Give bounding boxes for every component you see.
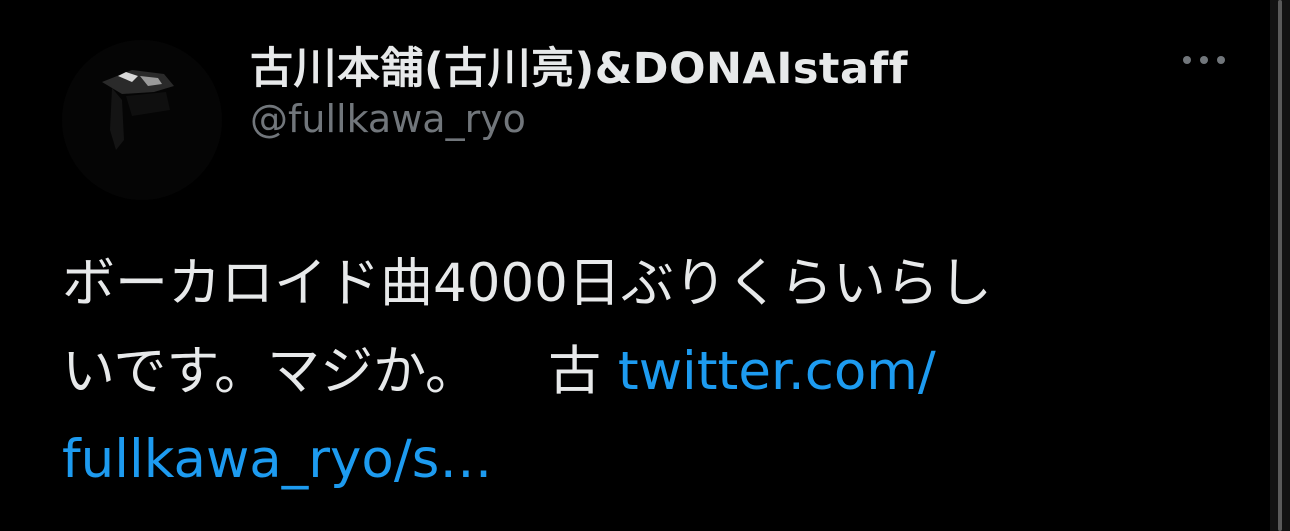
more-options-button[interactable] [1176,40,1232,80]
author-avatar[interactable] [62,40,222,200]
tweet-text-line-3: fullkawa_ryo/s… [62,416,1242,504]
author-handle[interactable]: @fullkawa_ryo [250,97,526,141]
scrollbar-thumb[interactable] [1278,0,1282,531]
tweet-text-line-2: いです。マジか。 古 twitter.com/ [62,328,1242,416]
more-horizontal-icon [1183,56,1225,64]
tweet-text-line-2-tail: 古 [548,341,602,402]
tweet-link-part-2[interactable]: fullkawa_ryo/s… [62,429,492,490]
tweet-text-line-1: ボーカロイド曲4000日ぶりくらいらし [62,253,992,314]
scrollbar[interactable] [1270,0,1290,531]
tweet-text-line-2-start: いです。マジか。 [62,341,479,402]
tweet: 古川本舗(古川亮)&DONAIstaff @fullkawa_ryo ボーカロイ… [0,0,1270,531]
avatar-image [62,40,222,200]
tweet-text: ボーカロイド曲4000日ぶりくらいらし いです。マジか。 古 twitter.co… [62,240,1242,504]
tweet-link-part-1[interactable]: twitter.com/ [618,341,936,402]
author-display-name[interactable]: 古川本舗(古川亮)&DONAIstaff [250,34,908,96]
